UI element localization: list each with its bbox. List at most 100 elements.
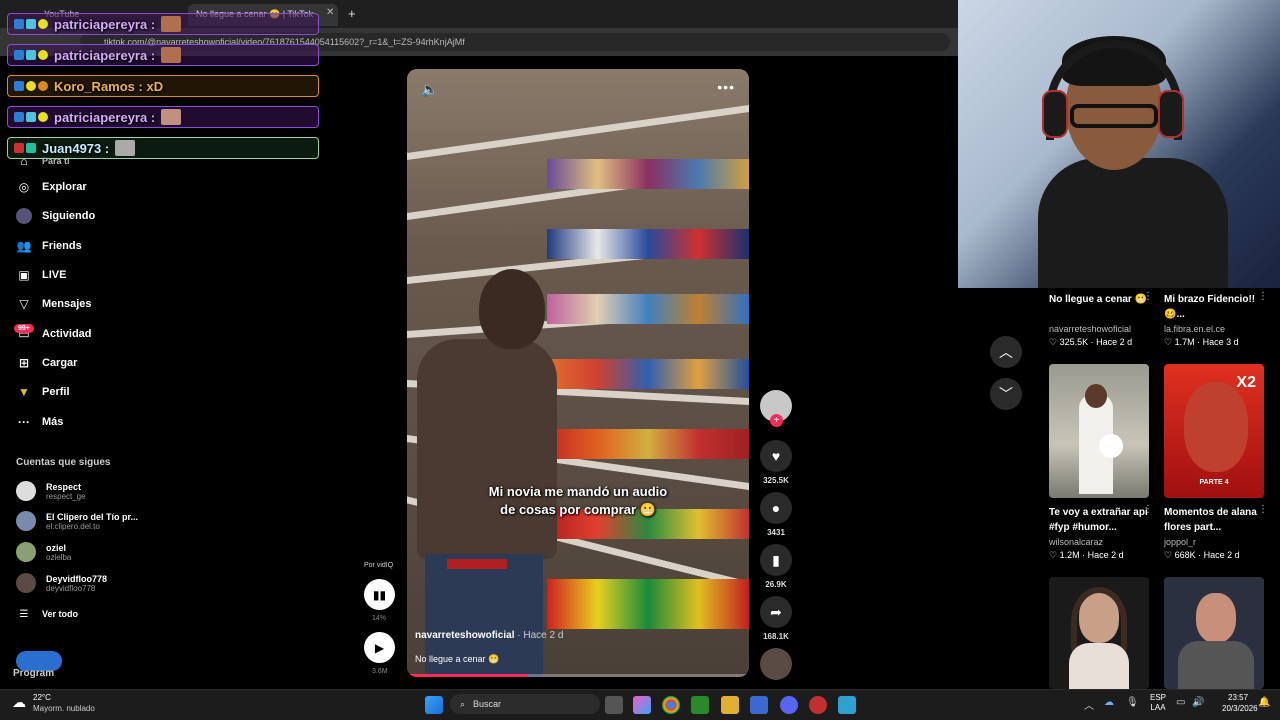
messages-icon: ▽ [19,297,29,311]
volume-icon[interactable]: 🔈 [421,81,438,98]
video-thumbnail[interactable] [1049,577,1149,689]
video-progress[interactable] [407,674,749,677]
bar-chart-icon: ▮▮ [372,587,387,602]
sidebar-item-profile[interactable]: ▼ Perfil [16,381,69,403]
clock-date[interactable]: 20/3/2026 [1222,704,1258,713]
weather-desc[interactable]: Mayorm. nublado [33,704,95,713]
start-icon[interactable] [425,696,443,714]
card-user[interactable]: wilsonalcaraz [1049,537,1103,547]
live-icon: ▣ [18,268,30,282]
video-thumbnail[interactable] [1164,577,1264,689]
comment-button[interactable]: ● 3431 [760,492,792,537]
language-indicator[interactable]: ESP LAA [1150,693,1166,713]
chrome-icon[interactable] [662,696,680,714]
following-item[interactable]: Deyvidfloo778 deyvidfloo778 [16,569,107,597]
card-user[interactable]: navarreteshowoficial [1049,324,1131,334]
following-item[interactable]: Respect respect_ge [16,477,86,505]
discord-icon[interactable] [780,696,798,714]
bookmark-icon: ▮ [760,544,792,576]
card-title[interactable]: Te voy a extrañar api #fyp #humor... [1049,505,1149,535]
store-icon[interactable] [750,696,768,714]
sidebar-item-upload[interactable]: ⊞ Cargar [16,352,78,374]
chat-message: Koro_Ramos : xD [7,75,319,97]
notepad-icon[interactable] [838,696,856,714]
close-icon[interactable]: ✕ [326,7,334,18]
sidebar-item-messages[interactable]: ▽ Mensajes [16,293,91,315]
video-player[interactable]: 🔈 ••• Mi novia me mandó un audio de cosa… [407,69,749,677]
emote-icon [161,16,182,32]
card-menu-icon[interactable]: ⋮ [1143,504,1153,515]
sidebar-item-explore[interactable]: ◎ Explorar [16,176,87,198]
save-button[interactable]: ▮ 26.9K [760,544,792,589]
weather-icon[interactable]: ☁ [12,694,26,711]
comment-icon: ● [760,492,792,524]
volume-tray-icon[interactable]: 🔊 [1192,697,1204,708]
video-thumbnail[interactable]: X2 PARTE 4 [1164,364,1264,498]
clock-time[interactable]: 23:57 [1228,693,1248,702]
product-row [547,159,749,189]
sidebar-item-more[interactable]: ··· Más [16,411,63,433]
previous-video-button[interactable]: ︿ [990,336,1022,368]
card-title[interactable]: Mi brazo Fidencio!! 🥴... [1164,292,1264,322]
program-label: Program [13,668,55,679]
play-button[interactable]: ▶ [364,632,395,663]
see-all-link[interactable]: ☰ Ver todo [16,603,79,625]
video-description: No llegue a cenar 😬 [415,654,500,664]
person-figure [407,269,557,677]
following-section-title: Cuentas que sigues [16,457,111,468]
progress-fill [407,674,527,677]
card-stats: ♡ 1.2M · Hace 2 d [1049,550,1124,560]
sidebar-item-live[interactable]: ▣ LIVE [16,264,66,286]
heart-icon: ♥ [760,440,792,472]
next-video-button[interactable]: ﹀ [990,378,1022,410]
onedrive-icon[interactable]: ☁ [1104,697,1114,708]
card-user[interactable]: joppol_r [1164,537,1196,547]
friends-icon: 👥 [16,239,32,253]
folder-icon[interactable] [721,696,739,714]
vidiq-stats-button[interactable]: ▮▮ [364,579,395,610]
card-menu-icon[interactable]: ⋮ [1258,291,1268,302]
taskbar-search[interactable]: ⌕ Buscar [450,694,600,714]
task-view-icon[interactable] [605,696,623,714]
view-count: 3.6M [372,668,388,675]
sidebar-item-friends[interactable]: 👥 Friends [16,235,82,257]
chat-message: patriciapereyra : [7,106,319,128]
chevron-up-icon: ︿ [999,344,1013,360]
weather-temp[interactable]: 22°C [33,693,51,702]
card-menu-icon[interactable]: ⋮ [1143,291,1153,302]
thumb-label: PARTE 4 [1199,479,1229,486]
chevron-down-icon: ﹀ [999,386,1013,402]
following-item[interactable]: oziel ozielba [16,538,71,566]
music-disc-icon [760,648,792,680]
new-tab-icon[interactable]: + [348,6,356,21]
app-icon[interactable] [809,696,827,714]
card-stats: ♡ 1.7M · Hace 3 d [1164,337,1239,347]
minecraft-icon[interactable] [691,696,709,714]
mic-icon[interactable]: 🎙 [1126,697,1139,708]
card-title[interactable]: No llegue a cenar 😬 [1049,292,1149,307]
avatar [16,542,36,562]
card-user[interactable]: la.fibra.en.el.ce [1164,324,1225,334]
sound-avatar[interactable] [760,648,792,680]
activity-badge: 99+ [14,324,34,333]
sidebar-item-following[interactable]: Siguiendo [16,205,95,227]
webcam-overlay [958,0,1280,288]
share-button[interactable]: ➦ 168.1K [760,596,792,641]
card-menu-icon[interactable]: ⋮ [1258,504,1268,515]
card-title[interactable]: Momentos de alana flores part... [1164,505,1264,535]
chat-message: patriciapereyra : [7,13,319,35]
network-icon[interactable]: ▭ [1176,697,1185,708]
more-options-icon[interactable]: ••• [717,79,735,95]
following-item[interactable]: El Clipero del Tío pr... el.clipero.del.t… [16,507,138,535]
notification-icon[interactable]: 🔔 [1258,697,1270,708]
video-author[interactable]: navarreteshowoficial · Hace 2 d [415,630,563,641]
copilot-icon[interactable] [633,696,651,714]
video-thumbnail[interactable] [1049,364,1149,498]
avatar [16,573,36,593]
chat-message: patriciapereyra : [7,44,319,66]
thumb-label: X2 [1236,374,1256,391]
author-avatar-button[interactable]: + [760,390,792,427]
like-button[interactable]: ♥ 325.5K [760,440,792,485]
tray-chevron-icon[interactable]: ︿ [1084,697,1094,712]
search-icon: ⌕ [460,698,466,709]
